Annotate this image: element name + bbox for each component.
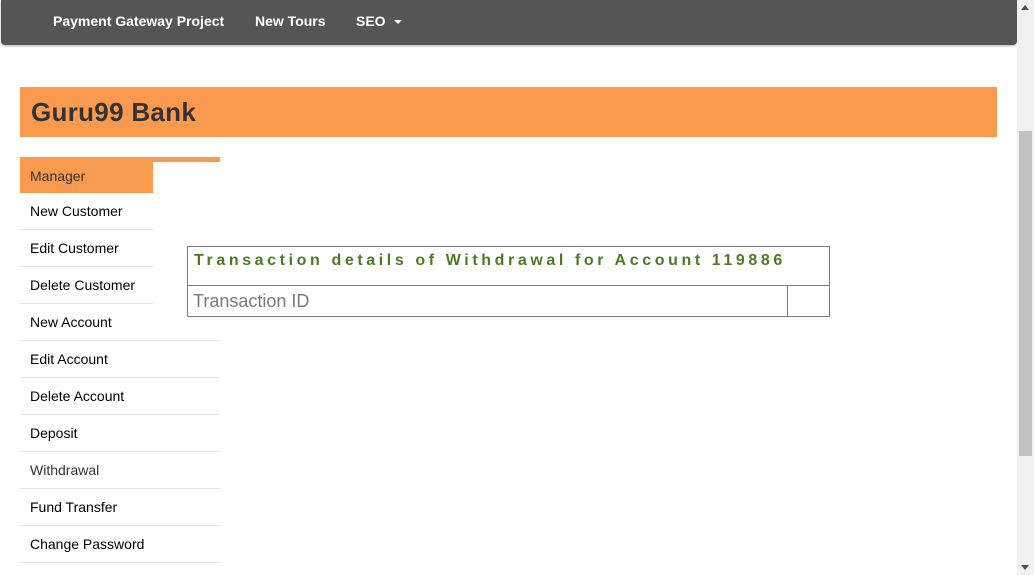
sidebar-item-delete-account[interactable]: Delete Account bbox=[20, 378, 220, 415]
sidebar-item-edit-customer[interactable]: Edit Customer bbox=[20, 230, 153, 267]
nav-item-label: SEO bbox=[356, 13, 386, 29]
sidebar-item-delete-customer[interactable]: Delete Customer bbox=[20, 267, 153, 304]
table-row: Transaction ID bbox=[187, 285, 831, 317]
bank-header: Guru99 Bank bbox=[20, 87, 997, 137]
top-navbar: Payment Gateway Project New Tours SEO bbox=[1, 0, 1017, 45]
nav-item-label: Payment Gateway Project bbox=[53, 13, 225, 29]
page-title: Guru99 Bank bbox=[31, 97, 197, 127]
sidebar-item-withdrawal[interactable]: Withdrawal bbox=[20, 452, 220, 489]
transaction-id-label: Transaction ID bbox=[187, 285, 788, 317]
nav-item-new-tours[interactable]: New Tours bbox=[255, 0, 326, 42]
sidebar-item-new-customer[interactable]: New Customer bbox=[20, 193, 153, 230]
nav-item-label: New Tours bbox=[255, 13, 326, 29]
sidebar-item-edit-account[interactable]: Edit Account bbox=[20, 341, 220, 378]
transaction-table: Transaction details of Withdrawal for Ac… bbox=[187, 246, 831, 317]
scroll-up-arrow-icon[interactable] bbox=[1021, 5, 1029, 10]
sidebar-menu: Manager New Customer Edit Customer Delet… bbox=[20, 157, 220, 563]
sidebar-item-change-password[interactable]: Change Password bbox=[20, 526, 220, 563]
scroll-down-arrow-icon[interactable] bbox=[1021, 565, 1029, 570]
vertical-scrollbar[interactable] bbox=[1017, 0, 1034, 575]
nav-item-payment-gateway[interactable]: Payment Gateway Project bbox=[53, 0, 224, 42]
sidebar-item-fund-transfer[interactable]: Fund Transfer bbox=[20, 489, 220, 526]
caret-down-icon bbox=[394, 20, 403, 25]
nav-item-seo[interactable]: SEO bbox=[356, 0, 403, 42]
scrollbar-thumb[interactable] bbox=[1019, 131, 1032, 456]
transaction-id-value bbox=[786, 285, 831, 317]
sidebar-item-manager[interactable]: Manager bbox=[20, 162, 153, 193]
transaction-heading: Transaction details of Withdrawal for Ac… bbox=[187, 246, 830, 286]
sidebar-item-deposit[interactable]: Deposit bbox=[20, 415, 220, 452]
